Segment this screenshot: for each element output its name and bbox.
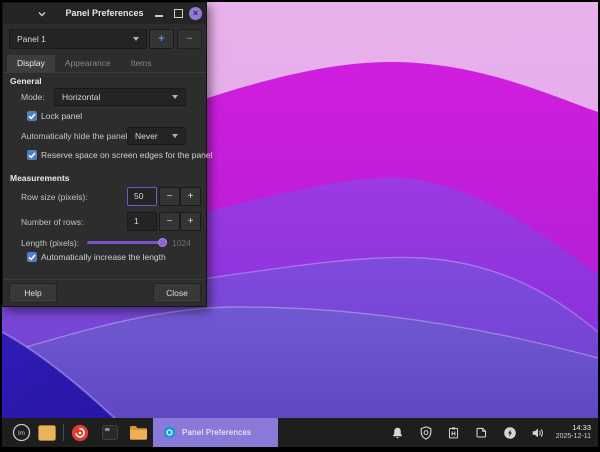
tab-items[interactable]: Items: [121, 55, 162, 72]
footer-divider: [4, 279, 205, 280]
notifications-tray-item[interactable]: [384, 418, 412, 447]
task-button-label: Panel Preferences: [182, 428, 252, 437]
desktop: lm Panel Preferences 14:33 2025-12-11 Pa…: [1, 2, 599, 448]
orange-app-icon: [38, 424, 56, 441]
taskbar: lm Panel Preferences 14:33 2025-12-11: [2, 418, 598, 447]
minimize-button[interactable]: [155, 15, 163, 17]
chevron-down-icon: [172, 95, 178, 99]
clipboard-tray-item[interactable]: [440, 418, 468, 447]
add-panel-button[interactable]: +: [149, 29, 174, 49]
remove-panel-button[interactable]: −: [177, 29, 202, 49]
volume-tray-item[interactable]: [524, 418, 552, 447]
close-window-button[interactable]: ×: [189, 7, 202, 20]
chevron-down-icon: [172, 134, 178, 138]
bell-icon: [393, 427, 403, 438]
close-button[interactable]: Close: [153, 283, 201, 303]
num-rows-decrement-button[interactable]: −: [159, 212, 180, 231]
check-icon: [28, 254, 36, 261]
general-section-heading: General: [10, 76, 42, 86]
panel-preferences-app-icon: [163, 426, 176, 439]
mode-dropdown[interactable]: Horizontal: [54, 88, 186, 106]
maximize-button[interactable]: [174, 9, 183, 18]
check-icon: [28, 152, 36, 159]
check-icon: [28, 113, 36, 120]
chevron-down-icon: [133, 37, 139, 41]
speaker-icon: [532, 428, 544, 437]
launcher-keyboard-key[interactable]: [97, 418, 123, 447]
launcher-file-manager[interactable]: [125, 418, 151, 447]
launcher-red-app[interactable]: [67, 418, 93, 447]
measurements-section-heading: Measurements: [10, 173, 70, 183]
system-tray: 14:33 2025-12-11: [384, 418, 598, 447]
length-slider-handle[interactable]: [158, 238, 167, 247]
panel-preferences-window: Panel Preferences × Panel 1 + − Display …: [2, 2, 213, 307]
workspace-tray-item[interactable]: [468, 418, 496, 447]
row-size-decrement-button[interactable]: −: [159, 187, 180, 206]
launcher-files[interactable]: [34, 418, 60, 447]
length-label: Length (pixels):: [21, 238, 80, 248]
panel-select-dropdown[interactable]: Panel 1: [9, 29, 147, 49]
svg-text:lm: lm: [18, 430, 25, 437]
num-rows-label: Number of rows:: [21, 217, 84, 227]
tab-bar: Display Appearance Items: [3, 55, 206, 73]
tab-display[interactable]: Display: [7, 55, 55, 72]
task-button-panel-preferences[interactable]: Panel Preferences: [153, 418, 278, 447]
help-button[interactable]: Help: [9, 283, 57, 303]
mint-menu-icon: lm: [12, 423, 30, 442]
auto-length-checkbox[interactable]: [27, 252, 37, 262]
lock-panel-label: Lock panel: [41, 111, 83, 121]
clock-time: 14:33: [572, 423, 591, 433]
row-size-increment-button[interactable]: +: [180, 187, 201, 206]
power-bolt-icon: [503, 426, 516, 439]
num-rows-input[interactable]: 1: [127, 212, 157, 231]
key-icon: [102, 425, 118, 440]
row-size-input[interactable]: 50: [127, 187, 157, 206]
mode-label: Mode:: [21, 92, 45, 102]
window-icon: [476, 427, 487, 438]
power-tray-item[interactable]: [496, 418, 524, 447]
folder-icon: [129, 426, 147, 440]
auto-length-label: Automatically increase the length: [41, 252, 166, 262]
clock-widget[interactable]: 14:33 2025-12-11: [556, 423, 591, 441]
num-rows-increment-button[interactable]: +: [180, 212, 201, 231]
autohide-value: Never: [135, 131, 158, 141]
taskbar-separator: [63, 424, 64, 441]
reserve-space-label: Reserve space on screen edges for the pa…: [41, 150, 213, 160]
titlebar[interactable]: Panel Preferences ×: [3, 3, 206, 24]
autohide-dropdown[interactable]: Never: [127, 127, 186, 145]
security-tray-item[interactable]: [412, 418, 440, 447]
shield-icon: [420, 425, 432, 440]
lock-panel-checkbox[interactable]: [27, 111, 37, 121]
clock-date: 2025-12-11: [555, 432, 591, 440]
panel-select-value: Panel 1: [17, 34, 46, 44]
reserve-space-checkbox[interactable]: [27, 150, 37, 160]
length-slider-track[interactable]: [87, 241, 165, 244]
tab-appearance[interactable]: Appearance: [55, 55, 121, 72]
length-value: 1024: [172, 238, 191, 248]
clipboard-icon: [449, 426, 459, 438]
red-swirl-icon: [71, 424, 89, 441]
mode-value: Horizontal: [62, 92, 101, 102]
app-menu-button[interactable]: lm: [8, 418, 34, 447]
autohide-label: Automatically hide the panel:: [21, 131, 130, 141]
row-size-label: Row size (pixels):: [21, 192, 88, 202]
